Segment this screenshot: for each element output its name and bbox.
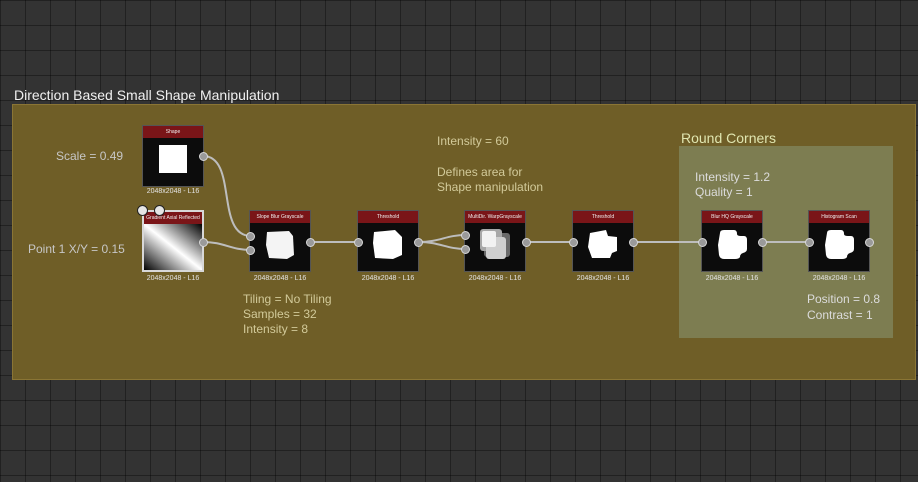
node-preview-thumbnail (480, 229, 510, 259)
input-port[interactable] (354, 238, 363, 247)
intensity-8-label: Intensity = 8 (243, 322, 309, 336)
node-resolution: 2048x2048 - L16 (253, 275, 307, 282)
output-port[interactable] (865, 238, 874, 247)
node-preview-thumbnail (718, 230, 747, 259)
output-port[interactable] (522, 238, 531, 247)
tiling-label: Tiling = No Tiling (243, 292, 332, 306)
defines-area-comment-line1: Defines area for (437, 165, 523, 179)
node-resolution: 2048x2048 - L16 (146, 275, 200, 282)
node-graph-canvas[interactable]: Direction Based Small Shape Manipulation… (0, 0, 918, 482)
node-title: MultiDir. WarpGrayscale (465, 211, 525, 223)
position-label: Position = 0.8 (807, 292, 881, 306)
node-preview-thumbnail (266, 231, 294, 259)
output-port[interactable] (414, 238, 423, 247)
contrast-label: Contrast = 1 (807, 308, 873, 322)
input-port[interactable] (569, 238, 578, 247)
output-port[interactable] (758, 238, 767, 247)
defines-area-comment-line2: Shape manipulation (437, 180, 544, 194)
node-resolution: 2048x2048 - L16 (361, 275, 415, 282)
node-preview-thumbnail (588, 230, 617, 258)
node-preview-thumbnail (159, 145, 187, 173)
round-corners-intensity-label: Intensity = 1.2 (695, 170, 771, 184)
node-title: Threshold (358, 211, 418, 223)
node-badge-icon[interactable] (137, 205, 148, 216)
node-resolution: 2048x2048 - L16 (576, 275, 630, 282)
node-resolution: 2048x2048 - L16 (705, 275, 759, 282)
node-multidir-warp-grayscale[interactable]: MultiDir. WarpGrayscale (464, 210, 526, 272)
output-port[interactable] (199, 238, 208, 247)
wire-threshold-to-warp-b (418, 241, 467, 250)
input-port[interactable] (461, 231, 470, 240)
output-port[interactable] (306, 238, 315, 247)
node-title: Slope Blur Grayscale (250, 211, 310, 223)
input-port[interactable] (246, 232, 255, 241)
samples-label: Samples = 32 (243, 307, 317, 321)
input-port[interactable] (461, 245, 470, 254)
input-port[interactable] (805, 238, 814, 247)
input-port[interactable] (246, 246, 255, 255)
node-preview-thumbnail (144, 224, 202, 270)
wire-threshold-to-warp-a (418, 234, 467, 243)
node-title: Shape (143, 126, 203, 138)
input-port[interactable] (698, 238, 707, 247)
output-port[interactable] (199, 152, 208, 161)
node-gradient-axial-reflected[interactable]: Gradient Axial Reflected (142, 210, 204, 272)
node-title: Threshold (573, 211, 633, 223)
wire-shape-to-slope-blur (202, 155, 252, 237)
node-threshold-2[interactable]: Threshold (572, 210, 634, 272)
node-blur-hq-grayscale[interactable]: Blur HQ Grayscale (701, 210, 763, 272)
node-title: Gradient Axial Reflected (144, 212, 202, 224)
node-slope-blur-grayscale[interactable]: Slope Blur Grayscale (249, 210, 311, 272)
node-resolution: 2048x2048 - L16 (812, 275, 866, 282)
connections-layer (202, 155, 809, 251)
node-title: Blur HQ Grayscale (702, 211, 762, 223)
node-resolution: 2048x2048 - L16 (468, 275, 522, 282)
node-badge-icon[interactable] (154, 205, 165, 216)
wire-gradient-to-slope-blur (202, 241, 252, 251)
node-preview-thumbnail (825, 230, 854, 259)
node-histogram-scan[interactable]: Histogram Scan (808, 210, 870, 272)
node-resolution: 2048x2048 - L16 (146, 188, 200, 195)
point-label: Point 1 X/Y = 0.15 (28, 242, 125, 256)
node-threshold[interactable]: Threshold (357, 210, 419, 272)
node-title: Histogram Scan (809, 211, 869, 223)
node-shape[interactable]: Shape (142, 125, 204, 187)
output-port[interactable] (629, 238, 638, 247)
node-preview-thumbnail (373, 230, 402, 259)
scale-label: Scale = 0.49 (56, 149, 124, 163)
round-corners-quality-label: Quality = 1 (695, 185, 753, 199)
intensity-comment: Intensity = 60 (437, 134, 509, 148)
